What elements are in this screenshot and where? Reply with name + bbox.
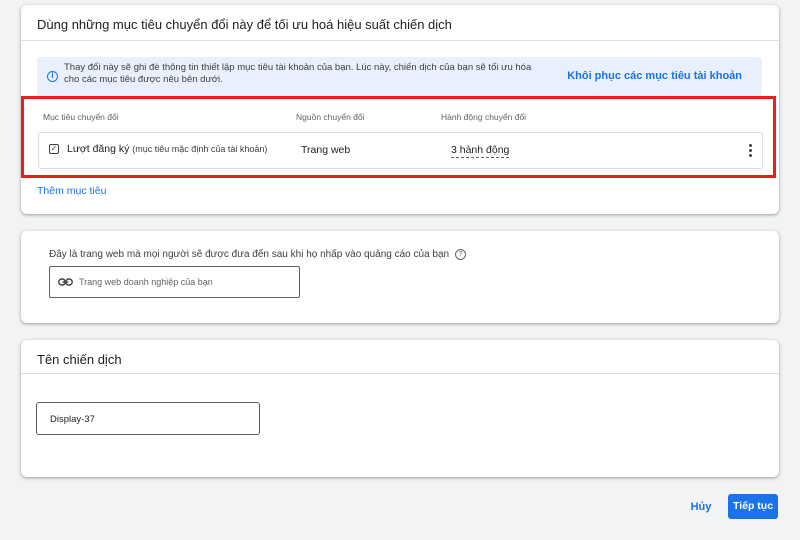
column-header-action: Hành động chuyển đổi bbox=[441, 112, 527, 122]
column-header-goal: Mục tiêu chuyển đổi bbox=[43, 112, 119, 122]
website-description: Đây là trang web mà mọi người sẽ được đư… bbox=[49, 249, 467, 260]
goal-source: Trang web bbox=[301, 144, 351, 156]
info-text: Thay đổi này sẽ ghi đè thông tin thiết l… bbox=[64, 62, 532, 85]
help-icon[interactable]: ? bbox=[455, 249, 467, 260]
restore-account-goals-link[interactable]: Khôi phục các mục tiêu tài khoản bbox=[567, 70, 742, 82]
conversion-goals-card: Dùng những mục tiêu chuyển đổi này để tố… bbox=[21, 5, 779, 214]
goal-name: Lượt đăng ký (mục tiêu mặc định của tài … bbox=[67, 143, 267, 155]
website-card: Đây là trang web mà mọi người sẽ được đư… bbox=[21, 231, 779, 323]
campaign-name-card: Tên chiến dịch Display-37 bbox=[21, 340, 779, 477]
conversion-card-title: Dùng những mục tiêu chuyển đổi này để tố… bbox=[21, 5, 779, 41]
next-button[interactable]: Tiếp tục bbox=[728, 494, 778, 519]
info-banner: i Thay đổi này sẽ ghi đè thông tin thiết… bbox=[37, 57, 762, 97]
checkbox-icon[interactable]: ✓ bbox=[49, 144, 59, 154]
more-vert-icon[interactable] bbox=[744, 143, 756, 159]
campaign-name-title: Tên chiến dịch bbox=[21, 340, 779, 374]
goal-default-note: (mục tiêu mặc định của tài khoản) bbox=[132, 144, 268, 154]
cancel-button[interactable]: Hủy bbox=[683, 496, 719, 518]
add-goal-link[interactable]: Thêm mục tiêu bbox=[37, 185, 106, 197]
website-description-text: Đây là trang web mà mọi người sẽ được đư… bbox=[49, 249, 450, 260]
link-icon bbox=[58, 278, 73, 286]
goal-actions-link[interactable]: 3 hành động bbox=[451, 144, 510, 158]
goal-name-label: Lượt đăng ký bbox=[67, 143, 130, 155]
website-url-input[interactable]: Trang web doanh nghiệp của bạn bbox=[49, 266, 300, 298]
column-header-source: Nguồn chuyển đổi bbox=[296, 112, 365, 122]
info-icon: i bbox=[47, 71, 58, 82]
campaign-name-input[interactable]: Display-37 bbox=[36, 402, 260, 435]
goal-row: ✓ Lượt đăng ký (mục tiêu mặc định của tà… bbox=[38, 132, 763, 169]
website-url-placeholder: Trang web doanh nghiệp của bạn bbox=[79, 277, 213, 287]
